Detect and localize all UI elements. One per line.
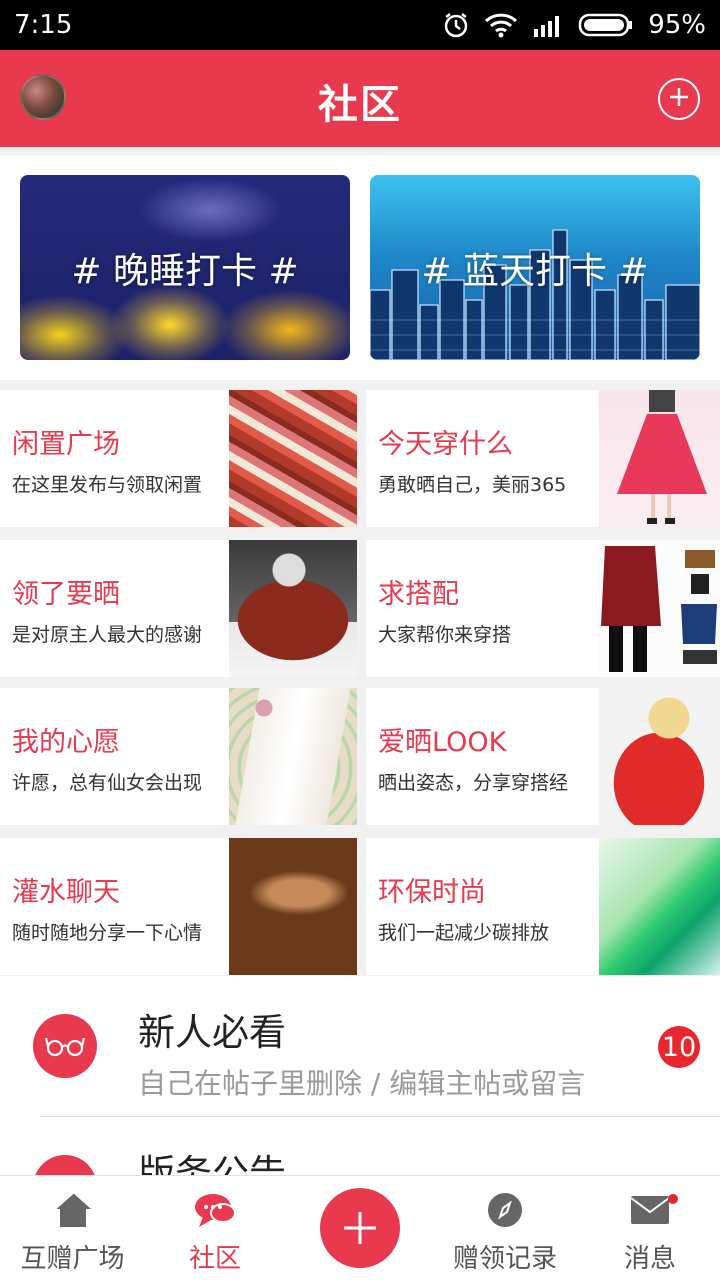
grid-item-subtitle: 晒出姿态，分享穿搭经	[378, 772, 569, 794]
grid-item-title: 环保时尚	[378, 877, 486, 908]
nav-messages[interactable]: 消息	[580, 1176, 720, 1280]
plus-icon	[342, 1201, 378, 1255]
banner-late-night[interactable]: # 晚睡打卡 #	[20, 175, 350, 360]
forum-list: 新人必看 自己在帖子里删除 / 编辑主帖或留言 10 版务公告	[0, 976, 720, 1176]
grid-item-title: 闲置广场	[12, 429, 120, 460]
list-item-title: 版务公告	[138, 1152, 286, 1176]
announcement-icon	[33, 1155, 97, 1176]
grid-item-eco-fashion[interactable]: 环保时尚 我们一起减少碳排放	[366, 838, 720, 975]
grid-item-idle-square[interactable]: 闲置广场 在这里发布与领取闲置	[0, 390, 357, 527]
grid-item-outfit-help[interactable]: 求搭配 大家帮你来穿搭	[366, 540, 720, 677]
compass-icon	[483, 1188, 527, 1232]
wifi-icon	[484, 12, 518, 38]
bottom-nav: 互赠广场 社区 赠领记录 消息	[0, 1175, 720, 1280]
grid-item-subtitle: 是对原主人最大的感谢	[12, 624, 203, 646]
grid-item-subtitle: 勇敢晒自己，美丽365	[378, 474, 567, 496]
grid-item-show-received[interactable]: 领了要晒 是对原主人最大的感谢	[0, 540, 357, 677]
outfit-image	[599, 540, 720, 677]
nav-label: 赠领记录	[452, 1244, 557, 1274]
banner-label: # 晚睡打卡 #	[71, 250, 299, 292]
grid-item-my-wish[interactable]: 我的心愿 许愿，总有仙女会出现	[0, 688, 357, 825]
alarm-icon	[442, 11, 470, 39]
mail-icon	[628, 1188, 672, 1232]
banner-blue-sky[interactable]: # 蓝天打卡 #	[370, 175, 700, 360]
pink-skirt-image	[599, 390, 720, 527]
grid-item-title: 领了要晒	[12, 579, 120, 610]
sweater-image	[229, 540, 357, 677]
grid-item-chat[interactable]: 灌水聊天 随时随地分享一下心情	[0, 838, 357, 975]
nav-home[interactable]: 互赠广场	[0, 1176, 145, 1280]
status-time: 7:15	[14, 10, 73, 40]
polka-dress-image	[599, 688, 720, 825]
grid-item-what-to-wear[interactable]: 今天穿什么 勇敢晒自己，美丽365	[366, 390, 720, 527]
battery-percent: 95%	[648, 10, 706, 40]
coffee-image	[229, 838, 357, 975]
green-leaf-image	[599, 838, 720, 975]
grid-item-subtitle: 在这里发布与领取闲置	[12, 474, 203, 496]
nav-label: 社区	[188, 1244, 241, 1274]
list-item-title: 新人必看	[138, 1011, 286, 1054]
nav-records[interactable]: 赠领记录	[435, 1176, 575, 1280]
nav-community[interactable]: 社区	[145, 1176, 285, 1280]
grid-item-subtitle: 许愿，总有仙女会出现	[12, 772, 203, 794]
banner-label: # 蓝天打卡 #	[421, 250, 649, 292]
banner-section: # 晚睡打卡 # # 蓝天打卡 #	[0, 155, 720, 380]
grid-item-subtitle: 我们一起减少碳排放	[378, 922, 550, 944]
notification-dot	[668, 1194, 678, 1204]
fabric-image	[229, 390, 357, 527]
add-button[interactable]	[658, 78, 700, 120]
status-bar: 7:15 95%	[0, 0, 720, 50]
glasses-icon	[33, 1014, 97, 1078]
grid-item-show-look[interactable]: 爱晒LOOK 晒出姿态，分享穿搭经	[366, 688, 720, 825]
nav-label: 消息	[623, 1244, 676, 1274]
signal-icon	[532, 13, 564, 37]
plus-icon	[668, 84, 690, 114]
home-icon	[51, 1188, 95, 1232]
unread-badge: 10	[658, 1026, 700, 1068]
app-header: 社区	[0, 50, 720, 147]
grid-item-subtitle: 大家帮你来穿搭	[378, 624, 512, 646]
grid-item-subtitle: 随时随地分享一下心情	[12, 922, 203, 944]
list-item-newcomer[interactable]: 新人必看 自己在帖子里删除 / 编辑主帖或留言 10	[0, 976, 720, 1117]
chat-bubble-icon	[193, 1188, 237, 1232]
grid-item-title: 爱晒LOOK	[378, 727, 507, 758]
page-title: 社区	[318, 82, 402, 128]
nav-label: 互赠广场	[20, 1244, 125, 1274]
list-item-announcement[interactable]: 版务公告	[0, 1117, 720, 1176]
status-icons: 95%	[442, 10, 706, 40]
grid-item-title: 求搭配	[378, 579, 459, 610]
create-post-button[interactable]	[320, 1188, 400, 1268]
grid-item-title: 我的心愿	[12, 727, 120, 758]
grid-item-title: 灌水聊天	[12, 877, 120, 908]
battery-icon	[578, 12, 634, 38]
grid-item-title: 今天穿什么	[378, 429, 513, 460]
list-item-subtitle: 自己在帖子里删除 / 编辑主帖或留言	[138, 1067, 586, 1100]
floral-skirt-image	[229, 688, 357, 825]
